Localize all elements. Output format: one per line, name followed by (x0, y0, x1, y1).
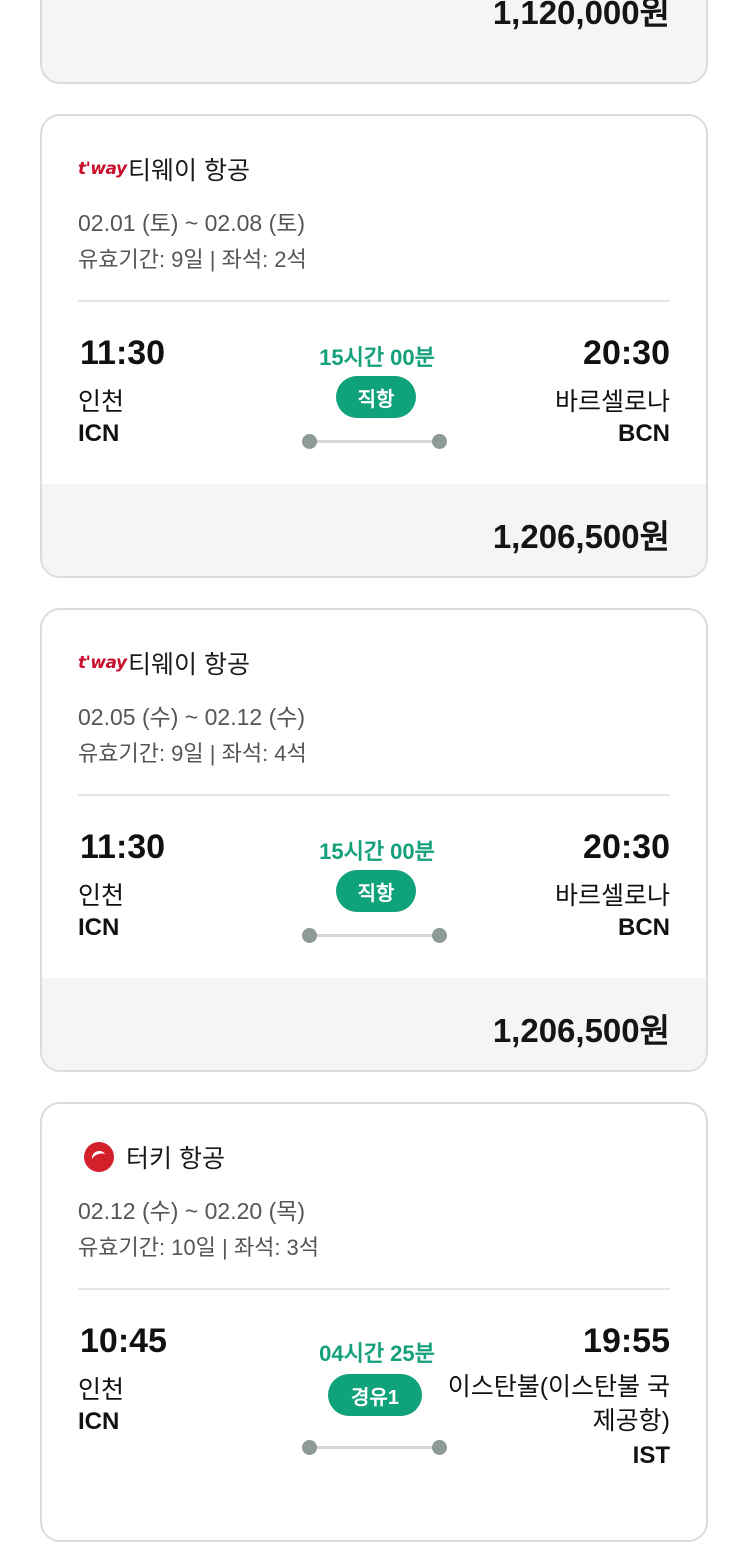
arrival-time: 20:30 (583, 828, 670, 866)
validity-seats: 유효기간: 9일 | 좌석: 2석 (78, 247, 307, 272)
airline-name: 터키 항공 (126, 1145, 225, 1173)
route-end-dot (432, 1440, 447, 1455)
price: 1,206,500원 (492, 518, 670, 555)
flight-duration: 15시간 00분 (319, 839, 435, 864)
tway-logo: t'way (78, 653, 127, 673)
price: 1,120,000원 (492, 0, 670, 31)
arrival-time: 20:30 (583, 334, 670, 372)
divider (78, 794, 670, 796)
departure-code: ICN (78, 1408, 120, 1435)
departure-code: ICN (78, 914, 120, 941)
arrival-code: BCN (618, 914, 670, 941)
arrival-code: BCN (618, 420, 670, 447)
route-start-dot (302, 1440, 317, 1455)
departure-city: 인천 (78, 388, 125, 416)
route-end-dot (432, 928, 447, 943)
arrival-code: IST (632, 1442, 670, 1469)
arrival-city: 이스탄불(이스탄불 국 제공항) (448, 1370, 670, 1438)
route-line (310, 1446, 440, 1449)
flight-type-badge: 경유1 (328, 1374, 422, 1416)
route-line (310, 934, 440, 937)
flight-card[interactable]: 터키 항공 02.12 (수) ~ 02.20 (목) 유효기간: 10일 | … (40, 1102, 708, 1542)
divider (78, 300, 670, 302)
arrival-city: 바르셀로나 (554, 388, 670, 416)
arrival-city-line1: 이스탄불(이스탄불 국 (447, 1373, 670, 1401)
travel-dates: 02.01 (토) ~ 02.08 (토) (78, 210, 306, 236)
flight-card[interactable]: t'way 티웨이 항공 02.01 (토) ~ 02.08 (토) 유효기간:… (40, 114, 708, 578)
arrival-city-line2: 제공항) (592, 1407, 670, 1435)
price: 1,206,500원 (492, 1012, 670, 1049)
airline-row: t'way 티웨이 항공 (78, 152, 250, 186)
departure-code: ICN (78, 420, 120, 447)
departure-city: 인천 (78, 882, 125, 910)
arrival-time: 19:55 (583, 1322, 670, 1360)
airline-name: 티웨이 항공 (128, 651, 250, 679)
travel-dates: 02.05 (수) ~ 02.12 (수) (78, 704, 306, 730)
departure-time: 10:45 (80, 1322, 167, 1360)
airline-name: 티웨이 항공 (128, 157, 250, 185)
flight-type-badge: 직항 (336, 376, 416, 418)
departure-time: 11:30 (80, 334, 166, 372)
route-start-dot (302, 434, 317, 449)
flight-type-badge: 직항 (336, 870, 416, 912)
flight-duration: 15시간 00분 (319, 345, 435, 370)
flight-card-partial[interactable]: 1,120,000원 (40, 0, 708, 84)
travel-dates: 02.12 (수) ~ 02.20 (목) (78, 1198, 306, 1224)
arrival-city: 바르셀로나 (554, 882, 670, 910)
tway-logo: t'way (78, 159, 127, 179)
turkish-airlines-logo-icon (84, 1142, 114, 1172)
route-line (310, 440, 440, 443)
departure-city: 인천 (78, 1376, 125, 1404)
route-start-dot (302, 928, 317, 943)
divider (78, 1288, 670, 1290)
departure-time: 11:30 (80, 828, 166, 866)
route-end-dot (432, 434, 447, 449)
validity-seats: 유효기간: 9일 | 좌석: 4석 (78, 741, 307, 766)
airline-row: t'way 티웨이 항공 (78, 646, 250, 680)
flight-duration: 04시간 25분 (319, 1341, 435, 1366)
validity-seats: 유효기간: 10일 | 좌석: 3석 (78, 1235, 320, 1260)
airline-row: 터키 항공 (78, 1140, 225, 1174)
flight-card[interactable]: t'way 티웨이 항공 02.05 (수) ~ 02.12 (수) 유효기간:… (40, 608, 708, 1072)
